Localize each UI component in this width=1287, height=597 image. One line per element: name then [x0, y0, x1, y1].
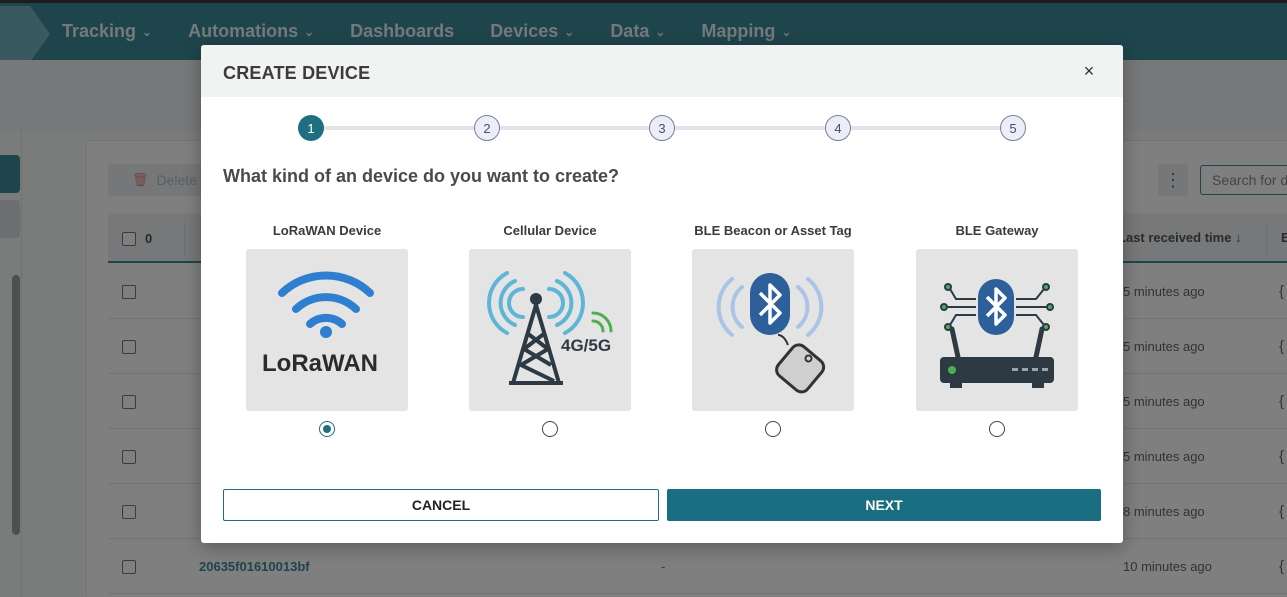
cancel-button[interactable]: CANCEL: [223, 489, 659, 521]
option-label: LoRaWAN Device: [272, 223, 382, 238]
next-button[interactable]: NEXT: [667, 489, 1101, 521]
lorawan-icon[interactable]: LoRaWAN: [246, 249, 408, 411]
question-heading: What kind of an device do you want to cr…: [223, 166, 620, 186]
network-badge: 4G/5G: [561, 336, 611, 355]
modal-title: CREATE DEVICE: [223, 63, 371, 83]
step-2: 2: [474, 115, 500, 141]
create-device-modal: CREATE DEVICE × 1 2 3 4 5 What kind of a…: [201, 45, 1123, 543]
radio-ble-gateway[interactable]: [989, 421, 1005, 437]
cell-tower-graphic: 4G/5G: [487, 271, 613, 385]
lorawan-logo-text: LoRaWAN: [262, 350, 378, 377]
option-label: BLE Beacon or Asset Tag: [694, 223, 852, 238]
step-3: 3: [649, 115, 675, 141]
device-option-cellular: Cellular Device 4G/5G: [450, 223, 650, 443]
device-option-ble-gateway: BLE Gateway: [897, 223, 1097, 443]
ble-gateway-graphic: [940, 279, 1054, 388]
radio-ble-beacon[interactable]: [765, 421, 781, 437]
device-option-lorawan: LoRaWAN Device LoRaWAN: [227, 223, 427, 443]
ble-gateway-icon[interactable]: [916, 249, 1078, 411]
ble-beacon-graphic: [716, 273, 826, 394]
close-icon[interactable]: ×: [1079, 61, 1099, 81]
radio-cellular[interactable]: [542, 421, 558, 437]
option-label: BLE Gateway: [955, 223, 1039, 238]
step-1: 1: [298, 115, 324, 141]
option-label: Cellular Device: [503, 223, 597, 238]
modal-header: CREATE DEVICE ×: [201, 45, 1123, 97]
step-4: 4: [825, 115, 851, 141]
step-5: 5: [1000, 115, 1026, 141]
lorawan-graphic: LoRaWAN: [262, 271, 378, 377]
device-option-ble-beacon: BLE Beacon or Asset Tag: [673, 223, 873, 443]
radio-lorawan[interactable]: [319, 421, 335, 437]
stepper: 1 2 3 4 5: [298, 115, 1026, 141]
cell-tower-icon[interactable]: 4G/5G: [469, 249, 631, 411]
ble-beacon-icon[interactable]: [692, 249, 854, 411]
